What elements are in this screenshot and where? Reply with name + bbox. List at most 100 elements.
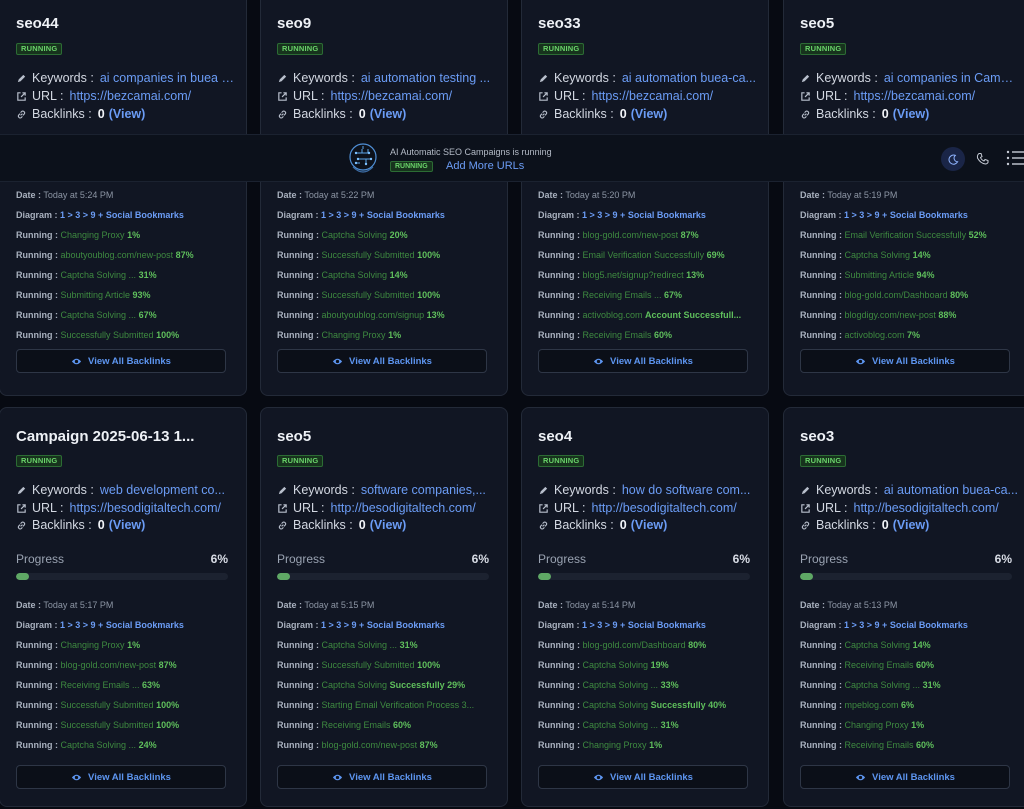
running-row: Running : Changing Proxy 1% — [277, 330, 492, 340]
url-link[interactable]: http://besodigitaltech.com/ — [592, 501, 759, 515]
running-percent: 93% — [132, 290, 151, 300]
date-label: Date : — [16, 190, 42, 200]
url-row: URL : https://bezcamai.com/ — [16, 88, 236, 104]
running-row: Running : Captcha Solving ... 31% — [16, 270, 231, 280]
url-link[interactable]: https://bezcamai.com/ — [854, 89, 1021, 103]
campaign-name: seo5 — [277, 428, 312, 445]
view-backlinks-link[interactable]: (View) — [370, 107, 407, 121]
running-label: Running : — [16, 330, 58, 340]
view-backlinks-link[interactable]: (View) — [370, 518, 407, 532]
url-row: URL : http://besodigitaltech.com/ — [800, 500, 1020, 516]
view-all-backlinks-button[interactable]: View All Backlinks — [538, 349, 748, 373]
status-badge: RUNNING — [800, 455, 847, 467]
running-label: Running : — [16, 250, 58, 260]
running-label: Running : — [277, 330, 319, 340]
view-backlinks-link[interactable]: (View) — [109, 518, 146, 532]
field-label: URL : — [32, 89, 64, 103]
backlinks-count: 0 — [358, 107, 366, 121]
running-row: Running : blog-gold.com/Dashboard 80% — [538, 640, 753, 650]
running-task: Captcha Solving ... — [844, 680, 923, 690]
date-value: Today at 5:13 PM — [827, 600, 898, 610]
view-all-backlinks-label: View All Backlinks — [88, 355, 171, 367]
pencil-icon — [538, 73, 549, 84]
running-task: mpeblog.com — [844, 700, 902, 710]
keywords-value: ai companies in buea c... — [99, 71, 236, 85]
url-link[interactable]: http://besodigitaltech.com/ — [854, 501, 1021, 515]
running-label: Running : — [277, 270, 319, 280]
progress-percent: 6% — [210, 552, 228, 566]
progress-bar — [277, 573, 489, 580]
running-row: Running : Captcha Solving ... 31% — [538, 720, 753, 730]
external-link-icon — [16, 91, 27, 102]
running-task: activoblog.com — [844, 330, 908, 340]
running-percent: 14% — [912, 250, 931, 260]
running-label: Running : — [800, 250, 842, 260]
running-row: Running : Changing Proxy 1% — [16, 640, 231, 650]
progress-bar-fill — [800, 573, 813, 580]
campaign-card: seo9 RUNNING Keywords : ai automation testi… — [260, 0, 508, 396]
url-link[interactable]: https://besodigitaltech.com/ — [70, 501, 237, 515]
url-link[interactable]: https://bezcamai.com/ — [592, 89, 759, 103]
view-all-backlinks-button[interactable]: View All Backlinks — [277, 349, 487, 373]
running-row: Running : Changing Proxy 1% — [800, 720, 1015, 730]
running-percent: 52% — [968, 230, 987, 240]
running-task: Changing Proxy — [321, 330, 389, 340]
running-row: Running : Submitting Article 93% — [16, 290, 231, 300]
progress-bar-fill — [538, 573, 551, 580]
date-label: Date : — [538, 600, 564, 610]
moon-icon — [948, 154, 958, 165]
url-link[interactable]: http://besodigitaltech.com/ — [331, 501, 498, 515]
diagram-label: Diagram : — [800, 620, 842, 630]
field-label: URL : — [816, 501, 848, 515]
field-label: Backlinks : — [32, 107, 92, 121]
campaign-name: seo5 — [800, 15, 835, 32]
running-row: Running : Captcha Solving Successfully 2… — [277, 680, 492, 690]
add-more-urls-link[interactable]: Add More URLs — [446, 160, 524, 172]
running-label: Running : — [277, 660, 319, 670]
running-row: Running : Starting Email Verification Pr… — [277, 700, 492, 710]
running-row: Running : activoblog.com Account Success… — [538, 310, 753, 320]
date-label: Date : — [277, 190, 303, 200]
progress-bar — [538, 573, 750, 580]
status-badge: RUNNING — [277, 455, 324, 467]
view-backlinks-link[interactable]: (View) — [893, 518, 930, 532]
running-row: Running : Successfully Submitted 100% — [277, 290, 492, 300]
backlinks-count: 0 — [358, 518, 366, 532]
running-task: Captcha Solving — [321, 270, 390, 280]
progress-label: Progress — [277, 552, 326, 566]
running-row: Running : Successfully Submitted 100% — [16, 720, 231, 730]
view-backlinks-link[interactable]: (View) — [893, 107, 930, 121]
running-task: activoblog.com — [582, 310, 646, 320]
menu-icon[interactable] — [1006, 149, 1024, 167]
keywords-row: Keywords : ai automation buea-ca... — [800, 482, 1020, 498]
view-all-backlinks-button[interactable]: View All Backlinks — [538, 765, 748, 789]
view-all-backlinks-button[interactable]: View All Backlinks — [16, 349, 226, 373]
phone-icon[interactable] — [976, 152, 990, 166]
running-percent: 87% — [419, 740, 438, 750]
status-badge: RUNNING — [16, 43, 63, 55]
running-row: Running : Captcha Solving 14% — [277, 270, 492, 280]
url-link[interactable]: https://bezcamai.com/ — [70, 89, 237, 103]
view-all-backlinks-button[interactable]: View All Backlinks — [16, 765, 226, 789]
view-all-backlinks-button[interactable]: View All Backlinks — [800, 349, 1010, 373]
backlinks-count: 0 — [881, 107, 889, 121]
url-link[interactable]: https://bezcamai.com/ — [331, 89, 498, 103]
field-label: Keywords : — [293, 71, 355, 85]
external-link-icon — [277, 503, 288, 514]
view-backlinks-link[interactable]: (View) — [109, 107, 146, 121]
running-label: Running : — [800, 640, 842, 650]
url-row: URL : https://bezcamai.com/ — [538, 88, 758, 104]
date-row: Date : Today at 5:17 PM — [16, 600, 231, 610]
view-all-backlinks-button[interactable]: View All Backlinks — [800, 765, 1010, 789]
running-label: Running : — [538, 640, 580, 650]
running-label: Running : — [800, 740, 842, 750]
running-percent: Successfully 29% — [389, 680, 466, 690]
running-label: Running : — [538, 700, 580, 710]
view-backlinks-link[interactable]: (View) — [631, 518, 668, 532]
view-all-backlinks-button[interactable]: View All Backlinks — [277, 765, 487, 789]
running-label: Running : — [800, 270, 842, 280]
view-backlinks-link[interactable]: (View) — [631, 107, 668, 121]
diagram-row: Diagram : 1 > 3 > 9 + Social Bookmarks — [277, 210, 492, 220]
theme-toggle-button[interactable] — [941, 147, 965, 171]
running-task: Receiving Emails — [844, 740, 917, 750]
